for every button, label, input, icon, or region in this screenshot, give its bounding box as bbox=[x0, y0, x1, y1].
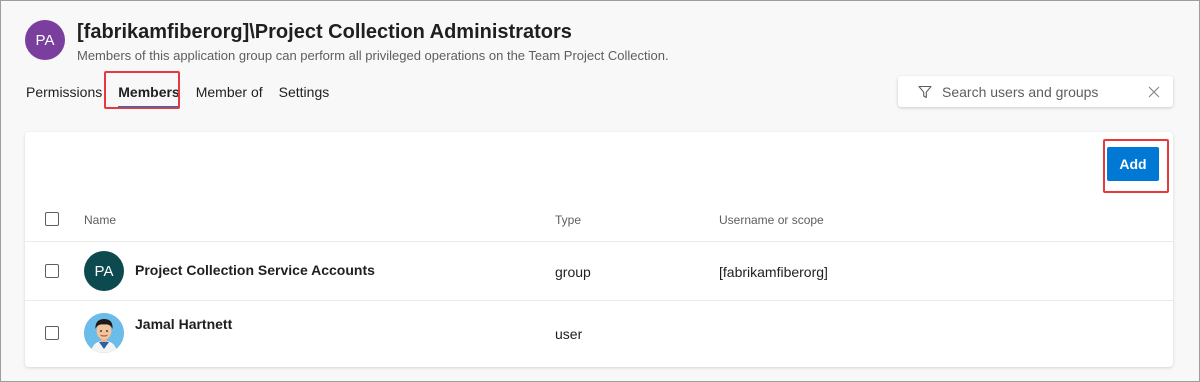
column-header-scope[interactable]: Username or scope bbox=[719, 213, 824, 227]
tab-bar: Permissions Members Member of Settings bbox=[26, 81, 345, 108]
row-checkbox[interactable] bbox=[45, 326, 59, 340]
member-type: group bbox=[555, 264, 591, 280]
group-avatar: PA bbox=[25, 20, 65, 60]
page-subtitle: Members of this application group can pe… bbox=[77, 48, 669, 63]
member-name[interactable]: Project Collection Service Accounts bbox=[135, 262, 375, 278]
tab-permissions[interactable]: Permissions bbox=[26, 81, 102, 103]
page-title: [fabrikamfiberorg]\Project Collection Ad… bbox=[77, 21, 572, 43]
filter-icon bbox=[918, 85, 932, 99]
search-box[interactable] bbox=[898, 76, 1173, 107]
search-input[interactable] bbox=[940, 82, 1147, 101]
user-avatar-icon bbox=[84, 313, 124, 353]
tab-member-of[interactable]: Member of bbox=[196, 81, 263, 103]
title-block: [fabrikamfiberorg]\Project Collection Ad… bbox=[77, 17, 669, 63]
members-card: Add Name Type Username or scope PA Proje… bbox=[25, 132, 1173, 367]
group-header: PA [fabrikamfiberorg]\Project Collection… bbox=[25, 17, 669, 63]
members-tab-highlight bbox=[104, 71, 180, 109]
avatar: PA bbox=[84, 251, 124, 291]
column-header-type[interactable]: Type bbox=[555, 213, 581, 227]
column-header-name[interactable]: Name bbox=[84, 213, 116, 227]
member-scope: [fabrikamfiberorg] bbox=[719, 264, 828, 280]
select-all-checkbox[interactable] bbox=[45, 212, 59, 226]
close-icon[interactable] bbox=[1147, 85, 1161, 99]
add-button[interactable]: Add bbox=[1107, 147, 1159, 181]
tab-settings[interactable]: Settings bbox=[279, 81, 330, 103]
row-divider bbox=[25, 300, 1173, 301]
row-checkbox[interactable] bbox=[45, 264, 59, 278]
person-illustration-icon bbox=[84, 313, 124, 353]
member-type: user bbox=[555, 326, 583, 342]
member-name[interactable]: Jamal Hartnett bbox=[135, 316, 232, 332]
header-divider bbox=[25, 241, 1173, 242]
